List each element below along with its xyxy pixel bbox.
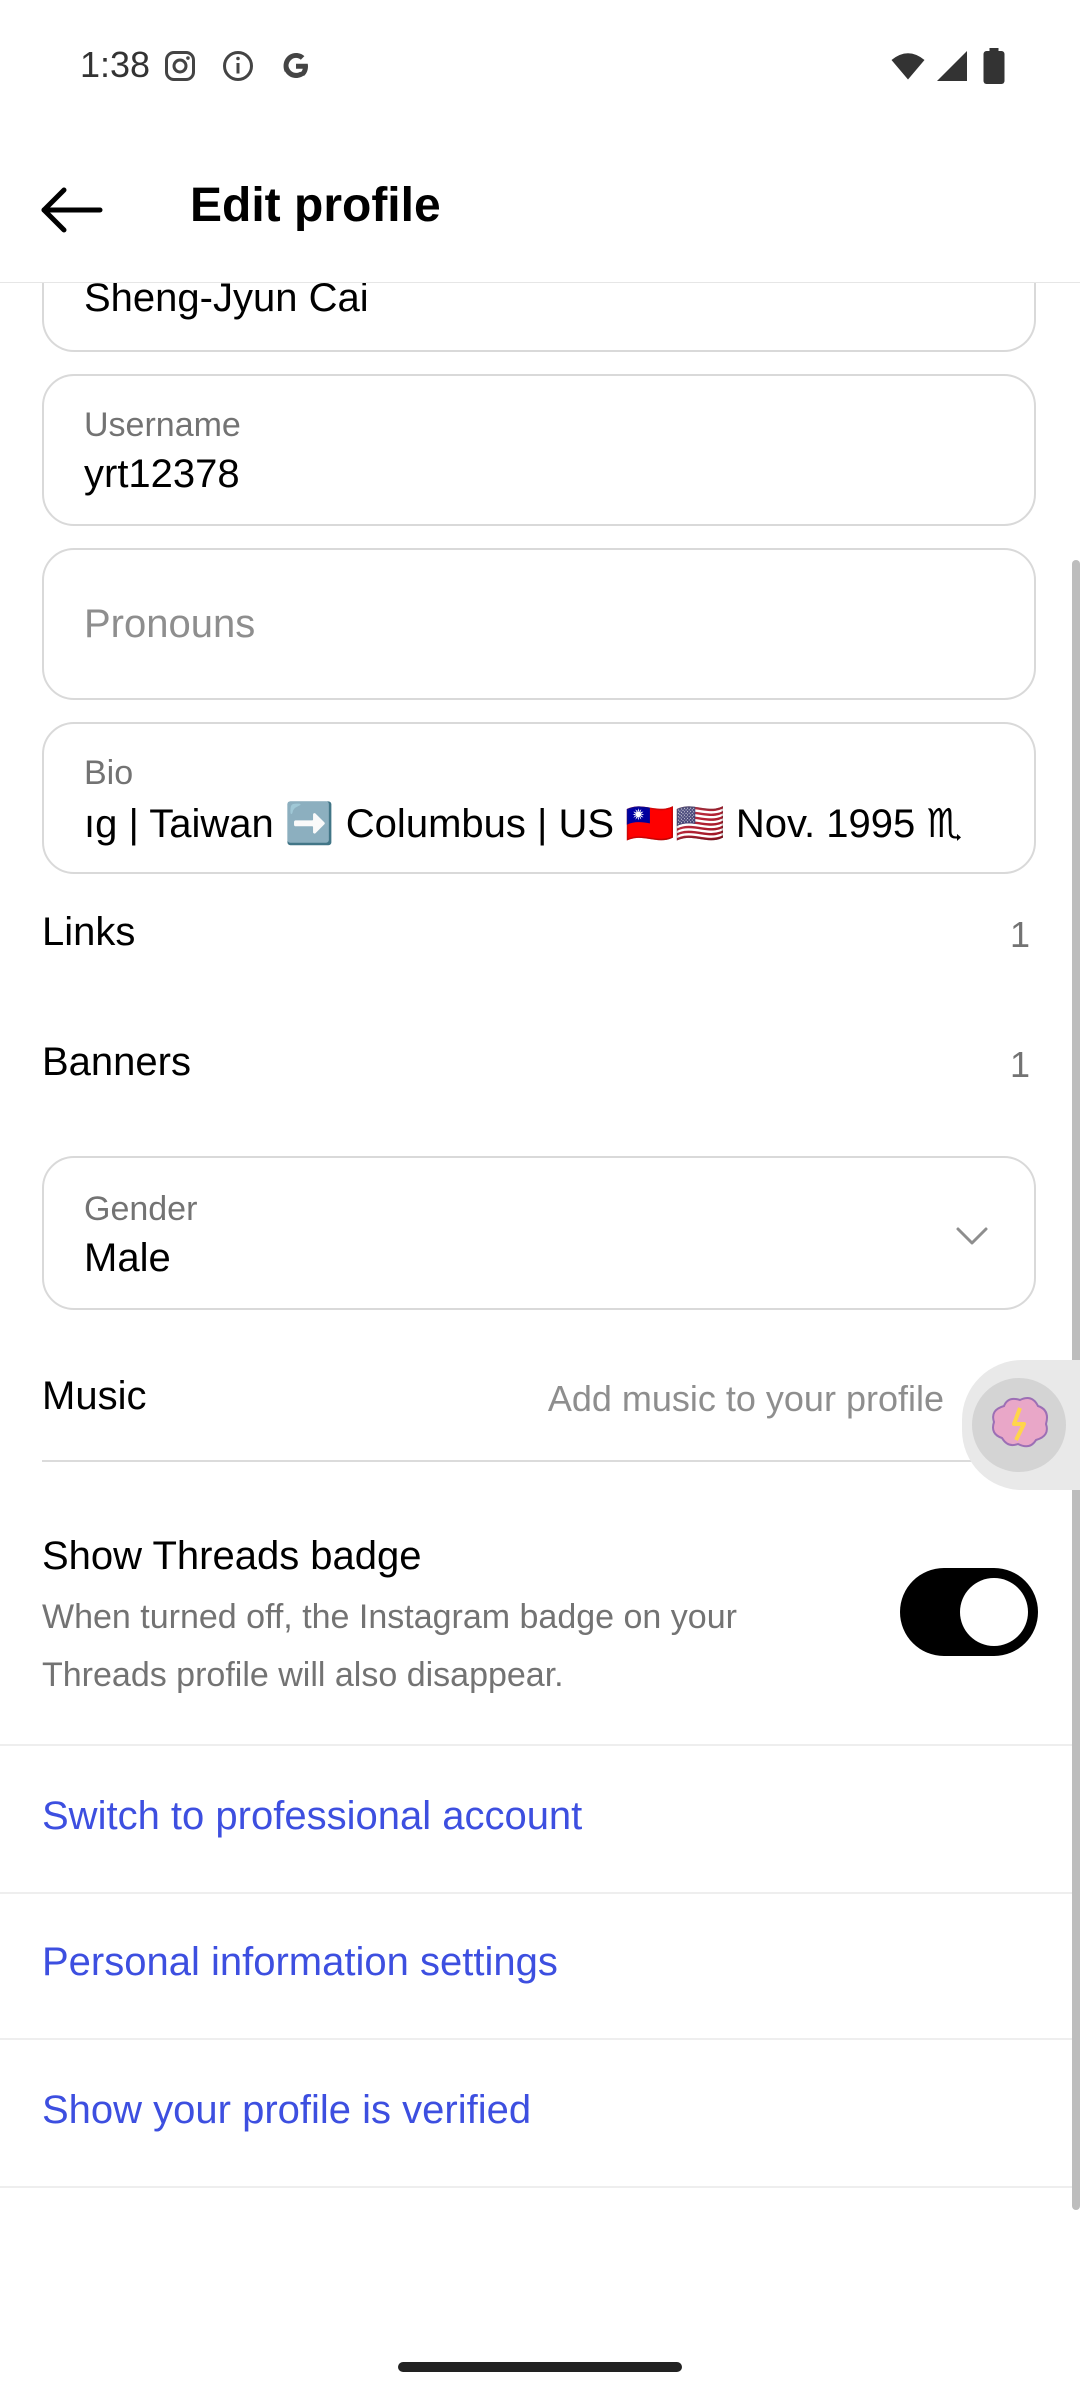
floating-assistant-bubble[interactable] xyxy=(962,1360,1080,1490)
wifi-icon xyxy=(891,53,925,80)
cellular-signal-icon xyxy=(937,51,967,81)
music-label: Music xyxy=(42,1374,147,1418)
links-row[interactable]: Links 1 xyxy=(42,910,1036,970)
banners-row[interactable]: Banners 1 xyxy=(42,1040,1036,1100)
gender-label: Gender xyxy=(84,1190,198,1228)
instagram-icon xyxy=(165,51,195,81)
username-field[interactable]: Username yrt12378 xyxy=(42,374,1036,526)
threads-badge-description: When turned off, the Instagram badge on … xyxy=(42,1598,737,1694)
home-indicator[interactable] xyxy=(398,2362,682,2372)
status-bar: 1:38 xyxy=(0,0,1080,130)
pronouns-placeholder: Pronouns xyxy=(84,602,256,646)
status-time: 1:38 xyxy=(80,44,151,85)
links-count: 1 xyxy=(1009,914,1030,955)
bio-value: ıg | Taiwan ➡️ Columbus | US 🇹🇼🇺🇸 Nov. 1… xyxy=(84,802,963,846)
bio-field[interactable]: Bio ıg | Taiwan ➡️ Columbus | US 🇹🇼🇺🇸 No… xyxy=(42,722,1036,874)
banners-label: Banners xyxy=(42,1040,191,1084)
gender-dropdown[interactable]: Gender Male xyxy=(42,1156,1036,1310)
username-label: Username xyxy=(84,406,241,444)
top-app-bar: Edit profile xyxy=(0,130,1080,283)
battery-icon xyxy=(983,48,1005,84)
back-arrow-icon[interactable] xyxy=(30,170,110,250)
personal-info-link[interactable]: Personal information settings xyxy=(0,1892,1080,2040)
google-icon xyxy=(283,52,308,78)
personal-info-label: Personal information settings xyxy=(42,1940,558,1984)
music-row[interactable]: Music Add music to your profile xyxy=(42,1336,1036,1462)
gender-value: Male xyxy=(84,1236,171,1280)
links-label: Links xyxy=(42,910,136,954)
verified-link[interactable]: Show your profile is verified xyxy=(0,2040,1080,2188)
bio-label: Bio xyxy=(84,754,134,792)
threads-badge-toggle[interactable] xyxy=(900,1568,1038,1656)
pronouns-field[interactable]: Pronouns xyxy=(42,548,1036,700)
toggle-knob xyxy=(960,1578,1028,1646)
threads-badge-title: Show Threads badge xyxy=(42,1534,422,1578)
switch-professional-label: Switch to professional account xyxy=(42,1794,583,1838)
music-hint: Add music to your profile xyxy=(547,1378,944,1419)
banners-count: 1 xyxy=(1009,1044,1030,1085)
switch-professional-link[interactable]: Switch to professional account xyxy=(0,1744,1080,1894)
brain-bubble-icon xyxy=(972,1378,1066,1472)
page-title: Edit profile xyxy=(190,179,441,232)
chevron-down-icon xyxy=(956,1227,988,1245)
info-icon xyxy=(223,51,253,81)
username-value: yrt12378 xyxy=(84,452,240,496)
verified-label: Show your profile is verified xyxy=(42,2088,532,2132)
